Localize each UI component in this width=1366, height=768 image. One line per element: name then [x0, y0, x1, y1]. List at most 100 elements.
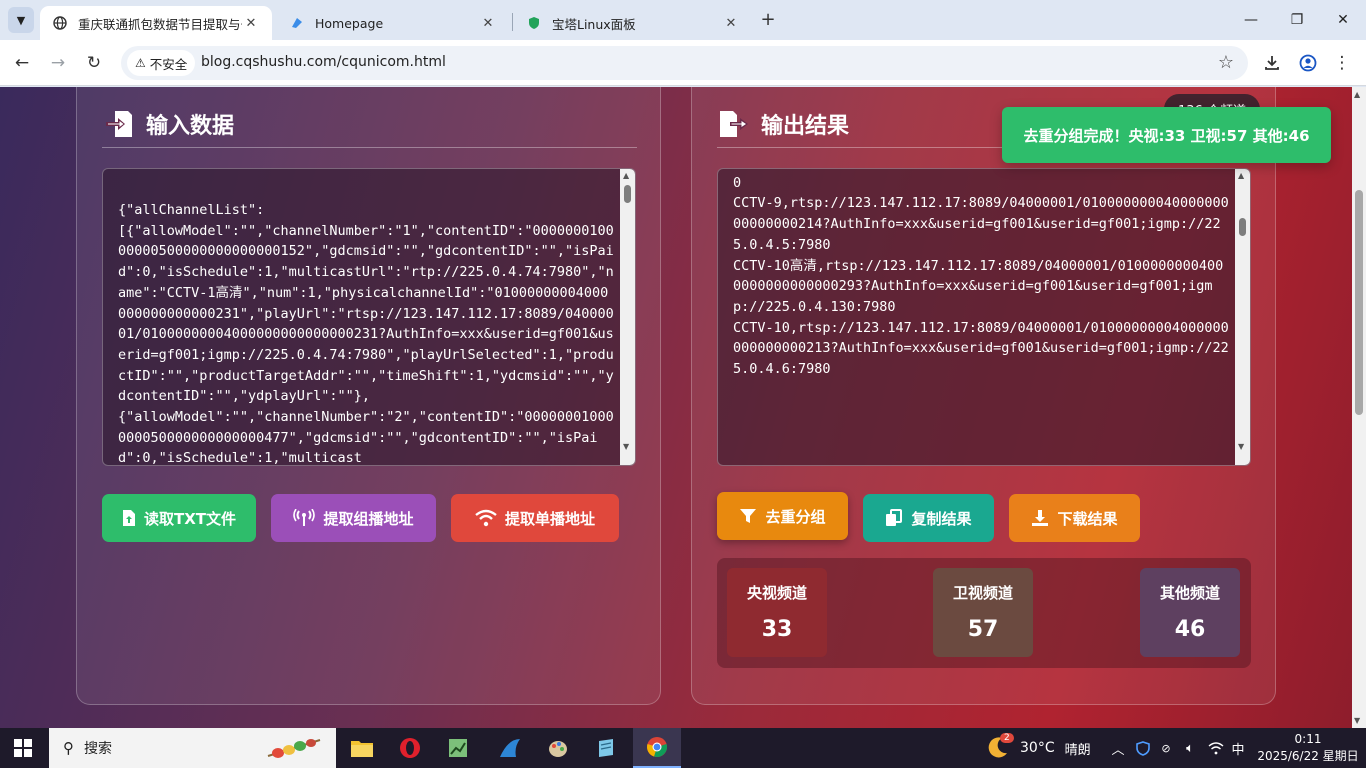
minimize-icon[interactable]: — — [1228, 0, 1274, 40]
stat-value: 46 — [1174, 617, 1206, 642]
reload-icon[interactable]: ↻ — [80, 49, 108, 77]
chrome-icon[interactable] — [633, 728, 681, 768]
scroll-up-arrow-icon[interactable]: ▲ — [1354, 90, 1360, 99]
close-tab-icon[interactable]: ✕ — [479, 16, 497, 31]
stat-label: 卫视频道 — [952, 584, 1013, 602]
output-panel-title: 输出结果 — [761, 113, 850, 139]
close-tab-icon[interactable]: ✕ — [242, 16, 260, 31]
filter-icon — [739, 507, 757, 525]
stat-satellite: 卫视频道 57 — [933, 568, 1033, 657]
close-window-icon[interactable]: ✕ — [1320, 0, 1366, 40]
scroll-up-arrow-icon[interactable]: ▲ — [623, 171, 629, 180]
input-textarea[interactable]: {"allChannelList": [{"allowModel":"","ch… — [102, 168, 636, 466]
shark-app-icon[interactable] — [494, 732, 526, 764]
scrollbar-thumb[interactable] — [624, 185, 631, 203]
download-result-label: 下载结果 — [1057, 509, 1118, 528]
weather-moon-icon: 2 — [986, 733, 1014, 761]
copy-result-label: 复制结果 — [911, 509, 972, 528]
tab-separator — [512, 13, 513, 31]
scrollbar-thumb[interactable] — [1239, 218, 1246, 236]
scroll-down-arrow-icon[interactable]: ▼ — [623, 442, 629, 451]
weather-temp: 30°C — [1020, 740, 1055, 756]
restore-icon[interactable]: ❐ — [1274, 0, 1320, 40]
back-icon[interactable]: ← — [8, 49, 36, 77]
input-textarea-scrollbar[interactable]: ▲ ▼ — [620, 169, 635, 465]
weather-widget[interactable]: 2 30°C 晴朗 — [986, 728, 1091, 768]
stat-cctv: 央视频道 33 — [727, 568, 827, 657]
dedup-group-label: 去重分组 — [765, 507, 826, 526]
taskbar-clock[interactable]: 0:11 2025/6/22 星期日 — [1252, 731, 1364, 765]
download-result-button[interactable]: 下载结果 — [1009, 494, 1140, 542]
close-tab-icon[interactable]: ✕ — [722, 16, 740, 31]
file-explorer-icon[interactable] — [346, 732, 378, 764]
sign-in-icon — [102, 107, 136, 141]
page-scrollbar-thumb[interactable] — [1355, 190, 1363, 415]
download-icon[interactable] — [1258, 49, 1286, 77]
stat-other: 其他频道 46 — [1140, 568, 1240, 657]
tab-cqunicom[interactable]: 重庆联通抓包数据节目提取与去 ✕ — [40, 6, 272, 40]
success-toast: 去重分组完成！央视:33 卫视:57 其他:46 — [1002, 107, 1331, 163]
stat-value: 57 — [967, 617, 999, 642]
globe-icon — [52, 15, 68, 31]
tray-expand-chevron-icon[interactable]: ︿ — [1110, 728, 1126, 768]
menu-kebab-icon[interactable]: ⋮ — [1328, 49, 1356, 77]
opera-icon[interactable] — [394, 732, 426, 764]
url-text[interactable]: blog.cqshushu.com/cqunicom.html — [201, 54, 446, 70]
stat-label: 其他频道 — [1159, 584, 1220, 602]
download-icon — [1031, 509, 1049, 527]
dedup-group-button[interactable]: 去重分组 — [717, 492, 848, 540]
sign-out-icon — [717, 107, 751, 141]
windows-start-icon[interactable] — [14, 739, 32, 757]
output-textarea-scrollbar[interactable]: ▲ ▼ — [1235, 169, 1250, 465]
taskbar-search-label: 搜索 — [84, 741, 112, 757]
read-txt-label: 读取TXT文件 — [143, 509, 237, 528]
stat-label: 央视频道 — [746, 584, 807, 602]
page-viewport: 输入数据 {"allChannelList": [{"allowModel":"… — [0, 87, 1352, 728]
baota-shield-icon — [526, 15, 542, 31]
input-panel-title: 输入数据 — [146, 113, 235, 139]
tab-search-chevron-icon[interactable]: ▼ — [8, 7, 34, 33]
search-icon: ⚲ — [63, 739, 74, 757]
clock-time: 0:11 — [1294, 732, 1322, 746]
wifi-tray-icon[interactable] — [1206, 728, 1226, 768]
profile-icon[interactable] — [1294, 49, 1322, 77]
notes-app-icon[interactable] — [590, 732, 622, 764]
copy-result-button[interactable]: 复制结果 — [863, 494, 994, 542]
tab-title: Homepage — [315, 15, 384, 31]
output-textarea[interactable]: AuthInfo=xxx&userid=gf001&userid=gf001;i… — [717, 168, 1251, 466]
page-scrollbar[interactable]: ▲ ▼ — [1352, 87, 1366, 728]
clock-date: 2025/6/22 星期日 — [1257, 749, 1359, 763]
tab-homepage[interactable]: Homepage ✕ — [277, 6, 509, 40]
browser-tab-bar: ▼ 重庆联通抓包数据节目提取与去 ✕ Homepage ✕ 宝塔Linux面板 … — [0, 0, 1366, 40]
stat-value: 33 — [761, 617, 793, 642]
output-text: AuthInfo=xxx&userid=gf001&userid=gf001;i… — [733, 169, 1229, 378]
security-shield-icon[interactable] — [1134, 728, 1152, 768]
broadcast-tower-icon — [293, 509, 316, 527]
network-disconnected-icon[interactable]: ⊘ — [1156, 728, 1176, 768]
output-panel: 输出结果 136 个频道 AuthInfo=xxx&userid=gf001&u… — [691, 87, 1276, 705]
chart-app-icon[interactable] — [442, 732, 474, 764]
extract-unicast-button[interactable]: 提取单播地址 — [451, 494, 619, 542]
read-txt-button[interactable]: 读取TXT文件 — [102, 494, 256, 542]
bookmark-star-icon[interactable]: ☆ — [1218, 52, 1234, 73]
security-chip[interactable]: ⚠ 不安全 — [127, 50, 196, 76]
file-upload-icon — [122, 509, 136, 527]
forward-icon[interactable]: → — [44, 49, 72, 77]
paint-palette-icon[interactable] — [542, 732, 574, 764]
ime-indicator[interactable]: 中 — [1230, 728, 1246, 768]
extract-multicast-button[interactable]: 提取组播地址 — [271, 494, 436, 542]
tab-baota[interactable]: 宝塔Linux面板 ✕ — [514, 6, 752, 40]
address-bar[interactable]: ⚠ 不安全 blog.cqshushu.com/cqunicom.html ☆ — [121, 46, 1248, 80]
scroll-down-arrow-icon[interactable]: ▼ — [1238, 442, 1244, 451]
weather-text: 晴朗 — [1064, 742, 1091, 758]
channel-stats: 央视频道 33 卫视频道 57 其他频道 46 — [717, 558, 1251, 668]
security-label: 不安全 — [149, 56, 188, 72]
new-tab-icon[interactable]: + — [757, 9, 779, 31]
input-panel-header: 输入数据 — [102, 100, 637, 148]
taskbar: ⚲ 搜索 2 30°C 晴朗 ︿ ⊘ 🔈︎ 中 0:11 2025/6/22 星… — [0, 728, 1366, 768]
taskbar-search[interactable]: ⚲ 搜索 — [49, 728, 336, 768]
scroll-down-arrow-icon[interactable]: ▼ — [1354, 716, 1360, 725]
volume-icon[interactable]: 🔈︎ — [1180, 728, 1200, 768]
scroll-up-arrow-icon[interactable]: ▲ — [1238, 171, 1244, 180]
tab-title: 宝塔Linux面板 — [552, 16, 636, 32]
